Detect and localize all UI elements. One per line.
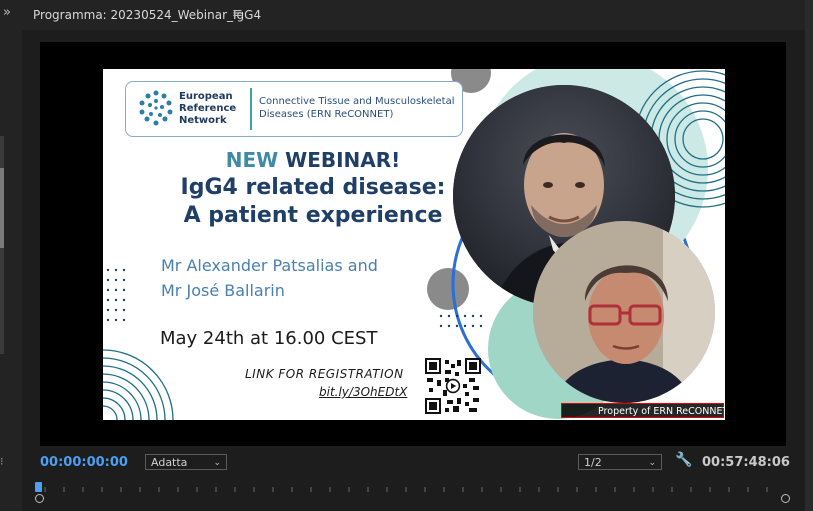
speaker-2-portrait xyxy=(533,221,715,403)
deco-circle-grey xyxy=(427,268,469,310)
speaker-photo-2 xyxy=(533,221,715,403)
playback-controls: 00:00:00:00 Adatta ⌄ 1/2 ⌄ 🔧 00:57:48:06 xyxy=(0,446,813,511)
video-frame: European Reference Network Connective Ti… xyxy=(103,69,725,420)
right-panel-edge xyxy=(805,0,813,511)
ern-subtitle: Connective Tissue and Musculoskeletal Di… xyxy=(259,95,455,121)
registration-label: LINK FOR REGISTRATION xyxy=(245,367,404,381)
zoom-level-select[interactable]: Adatta ⌄ xyxy=(145,454,227,470)
zoom-level-value: Adatta xyxy=(151,456,188,469)
deco-dot-grid-left xyxy=(106,268,126,322)
program-monitor-title-bar: Programma: 20230524_Webinar_IgG4 ≡ xyxy=(22,0,813,30)
speakers: Mr Alexander Patsalias and Mr José Balla… xyxy=(161,253,378,303)
timeline-ruler[interactable] xyxy=(35,482,790,504)
ern-title-line2: Reference xyxy=(179,103,237,114)
speaker-line2: Mr José Ballarin xyxy=(161,281,285,300)
registration-link: bit.ly/3OhEDtX xyxy=(319,385,408,399)
speaker-line1: Mr Alexander Patsalias and xyxy=(161,256,378,275)
ern-title-line1: European xyxy=(179,91,233,102)
headline-line3: A patient experience xyxy=(183,203,443,228)
hamburger-menu-icon[interactable]: ≡ xyxy=(232,6,243,21)
ern-divider xyxy=(250,88,252,130)
scrollbar-end-handle[interactable] xyxy=(781,494,790,503)
duration-timecode: 00:57:48:06 xyxy=(702,455,790,470)
panel-title[interactable]: Programma: 20230524_Webinar_IgG4 xyxy=(33,8,261,22)
adjacent-panel-thumb xyxy=(0,168,4,248)
scrollbar-start-handle[interactable] xyxy=(35,494,44,503)
webinar-headline: NEW WEBINAR! IgG4 related disease: A pat… xyxy=(163,148,463,228)
ern-title: European Reference Network xyxy=(179,91,236,127)
ern-subtitle-line2: Diseases (ERN ReCONNET) xyxy=(259,109,394,120)
ern-network-logo-icon xyxy=(139,90,173,126)
headline-new: NEW xyxy=(225,148,279,172)
playhead-timecode[interactable]: 00:00:00:00 xyxy=(40,455,128,470)
ern-watermark: Property of ERN ReCONNET xyxy=(561,403,725,418)
qr-code-icon xyxy=(425,358,481,414)
headline-webinar: WEBINAR! xyxy=(285,148,401,172)
chevron-down-icon: ⌄ xyxy=(648,458,656,468)
expand-panels-icon[interactable]: » xyxy=(3,5,11,20)
ern-subtitle-line1: Connective Tissue and Musculoskeletal xyxy=(259,96,455,107)
chevron-down-icon: ⌄ xyxy=(213,458,221,468)
deco-rings-bottom-left xyxy=(103,349,174,420)
headline-line2: IgG4 related disease: xyxy=(180,175,446,200)
playhead-marker[interactable] xyxy=(35,482,42,492)
playback-resolution-value: 1/2 xyxy=(584,456,602,469)
wrench-icon[interactable]: 🔧 xyxy=(675,452,692,468)
ruler-ticks xyxy=(44,487,768,492)
playback-resolution-select[interactable]: 1/2 ⌄ xyxy=(578,454,662,470)
ern-title-line3: Network xyxy=(179,115,227,126)
ern-logo-banner: European Reference Network Connective Ti… xyxy=(125,81,463,137)
headline-line1: NEW WEBINAR! xyxy=(163,148,463,172)
left-panel-strip: » ⁝ xyxy=(0,0,22,511)
webinar-datetime: May 24th at 16.00 CEST xyxy=(160,328,378,349)
